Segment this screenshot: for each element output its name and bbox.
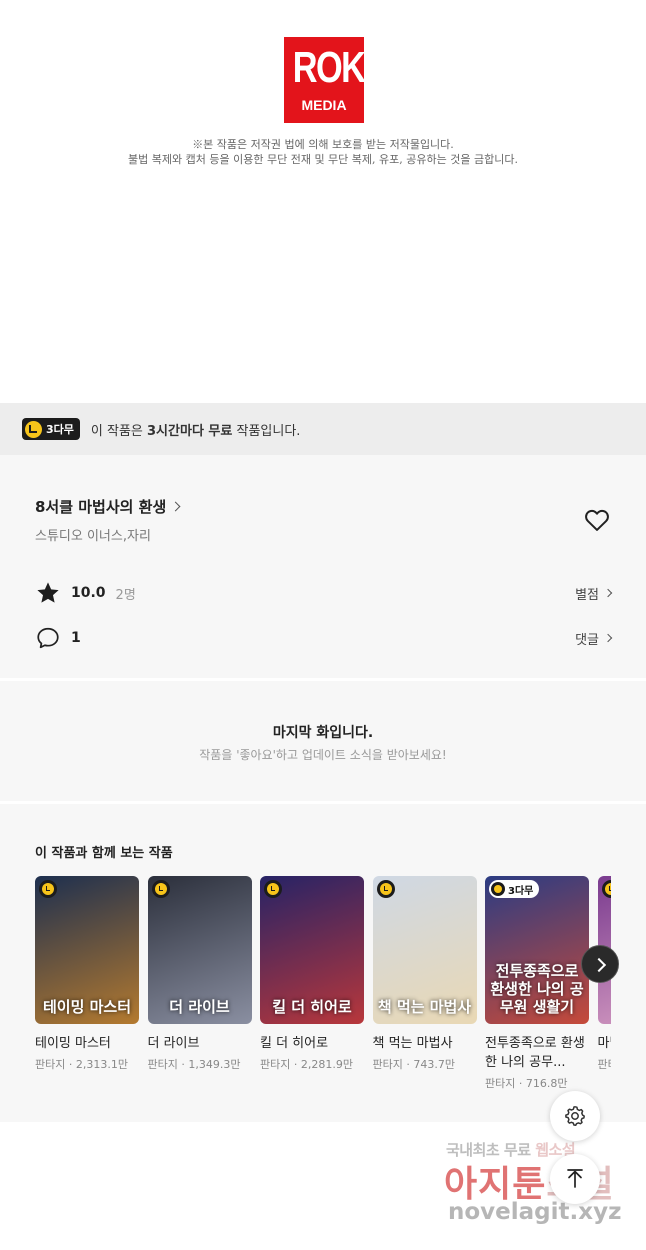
recommendation-meta: 판타지 · 2,281.9만 (260, 1058, 353, 1071)
recommendation-thumbnail[interactable]: 테이밍 마스터 (35, 876, 139, 1024)
clock-icon (601, 880, 611, 898)
free-every-3h-banner: 3다무 이 작품은 3시간마다 무료 작품입니다. (0, 403, 646, 455)
clock-icon (25, 420, 42, 438)
cover-title-art: 더 라이브 (169, 998, 230, 1016)
free-badge: 3다무 (22, 418, 80, 440)
clock-icon (151, 880, 170, 898)
recommendation-card[interactable]: 3다무전투종족으로 환생한 나의 공무원 생활기전투종족으로 환생한 나의 공무… (485, 876, 589, 1091)
clock-icon (264, 880, 282, 898)
comment-count: 1 (71, 630, 81, 646)
comments-row: 1 댓글 (35, 625, 613, 651)
rating-link-label: 별점 (575, 587, 599, 603)
free-text-suffix: 작품입니다. (232, 423, 301, 439)
work-title: 8서클 마법사의 환생 (35, 498, 167, 516)
clock-icon (491, 882, 505, 896)
watermark: 국내최초 무료 웹소설 아지툰소설 novelagit.xyz (420, 1137, 636, 1237)
recommendation-thumbnail[interactable]: 더 라이브 (147, 876, 252, 1024)
comments-link[interactable]: 댓글 (575, 629, 613, 648)
chevron-right-icon (603, 588, 613, 598)
comment-icon (37, 627, 59, 649)
chevron-right-icon (603, 633, 613, 643)
last-episode-title: 마지막 화입니다. (272, 725, 374, 741)
cover-title-art: 전투종족으로 환생한 나의 공무원 생활기 (490, 962, 584, 1016)
recommendation-meta: 판타지 · 743.7만 (372, 1058, 455, 1071)
like-button[interactable] (583, 506, 611, 534)
rating-score: 10.0 (71, 585, 106, 601)
recommendation-thumbnail[interactable]: 책 먹는 마법사 (372, 876, 477, 1024)
work-info-section: 8서클 마법사의 환생 스튜디오 이너스,자리 10.0 2명 별점 1 댓글 (0, 455, 646, 678)
recommendation-card[interactable]: 테이밍 마스터 테이밍 마스터 판타지 · 2,313.1만 (35, 876, 139, 1072)
recommendation-title: 테이밍 마스터 (35, 1036, 111, 1051)
free-text-bold: 3시간마다 무료 (147, 423, 233, 439)
settings-button[interactable] (550, 1091, 600, 1141)
free-badge: 3다무 (489, 880, 540, 898)
recommendation-title: 마법 (597, 1036, 612, 1051)
recommendation-title: 전투종족으로 환생한 나의 공무... (485, 1036, 585, 1070)
recommendation-meta: 판타지 · 1,349.3만 (147, 1058, 241, 1071)
carousel-next-button[interactable] (581, 945, 619, 983)
recommendation-card[interactable]: 책 먹는 마법사 책 먹는 마법사 판타지 · 743.7만 (372, 876, 477, 1072)
cover-title-art: 킬 더 히어로 (272, 998, 352, 1016)
rating-row: 10.0 2명 별점 (35, 580, 613, 606)
chevron-right-icon (170, 501, 181, 512)
heart-icon (585, 509, 609, 531)
work-title-link[interactable]: 8서클 마법사의 환생 (35, 496, 181, 517)
recommendation-thumbnail[interactable]: 3다무전투종족으로 환생한 나의 공무원 생활기 (485, 876, 589, 1024)
recommendation-card[interactable]: 킬 더 히어로 킬 더 히어로 판타지 · 2,281.9만 (260, 876, 364, 1072)
watermark-line3: novelagit.xyz (448, 1199, 622, 1225)
work-author: 스튜디오 이너스,자리 (35, 529, 151, 544)
copyright-notice-line1: ※본 작품은 저작권 법에 의해 보호를 받는 저작물입니다. (192, 138, 454, 151)
recommendation-title: 킬 더 히어로 (260, 1036, 329, 1051)
cover-title-art: 책 먹는 마법사 (377, 998, 472, 1016)
recommendation-meta: 판타지 (597, 1058, 612, 1071)
arrow-up-icon (567, 1169, 583, 1188)
logo-top-text: ROK (292, 43, 366, 92)
publisher-header: ROK MEDIA ※본 작품은 저작권 법에 의해 보호를 받는 저작물입니다… (0, 0, 646, 403)
cover-title-art: 테이밍 마스터 (42, 998, 132, 1016)
recommendation-meta: 판타지 · 716.8만 (485, 1077, 568, 1090)
gear-icon (565, 1106, 585, 1126)
rating-count: 2명 (115, 587, 136, 603)
logo-bottom-text: MEDIA (301, 97, 347, 113)
free-badge-label: 3다무 (508, 885, 534, 897)
recommendation-title: 책 먹는 마법사 (372, 1036, 453, 1051)
last-episode-subtitle: 작품을 '좋아요'하고 업데이트 소식을 받아보세요! (199, 748, 447, 762)
recommendations-carousel[interactable]: 테이밍 마스터 테이밍 마스터 판타지 · 2,313.1만 더 라이브 더 라이브 판타… (35, 876, 611, 1106)
free-text-prefix: 이 작품은 (90, 423, 148, 439)
comments-link-label: 댓글 (575, 632, 599, 648)
copyright-notice-line2: 불법 복제와 캡처 등을 이용한 무단 전재 및 무단 복제, 유포, 공유하는… (128, 153, 518, 166)
free-banner-text: 이 작품은 3시간마다 무료 작품입니다. (91, 420, 301, 439)
publisher-logo: ROK MEDIA (284, 37, 366, 123)
recommendation-card[interactable]: 더 라이브 더 라이브 판타지 · 1,349.3만 (147, 876, 252, 1072)
recommendations-section: 이 작품과 함께 보는 작품 테이밍 마스터 테이밍 마스터 판타지 · 2,313… (0, 804, 646, 1122)
recommendation-meta: 판타지 · 2,313.1만 (35, 1058, 128, 1071)
clock-icon (39, 880, 57, 898)
free-badge-label: 3다무 (46, 423, 74, 436)
recommendation-title: 더 라이브 (147, 1036, 200, 1051)
recommendation-thumbnail[interactable]: 킬 더 히어로 (260, 876, 364, 1024)
last-episode-section: 마지막 화입니다. 작품을 '좋아요'하고 업데이트 소식을 받아보세요! (0, 681, 646, 801)
scroll-top-button[interactable] (550, 1154, 600, 1204)
rating-link[interactable]: 별점 (575, 584, 613, 603)
star-icon (37, 582, 59, 603)
recommendations-title: 이 작품과 함께 보는 작품 (35, 846, 173, 861)
clock-icon (376, 880, 395, 898)
